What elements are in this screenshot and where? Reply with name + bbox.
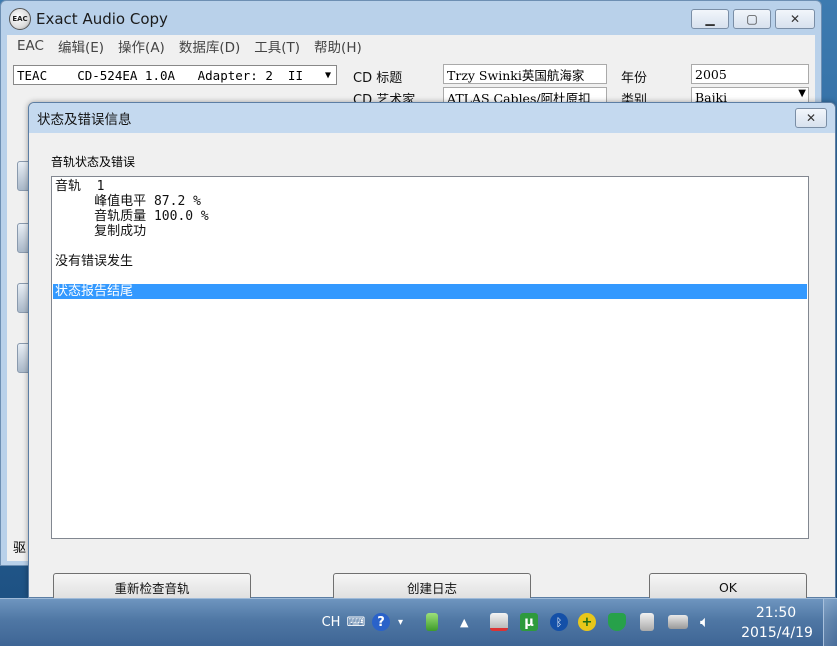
menu-help[interactable]: 帮助(H) xyxy=(314,36,362,56)
year-value: 2005 xyxy=(695,66,727,82)
status-line-copy-ok[interactable]: 复制成功 xyxy=(55,224,146,239)
show-hidden-icons-icon[interactable]: ▲ xyxy=(460,613,468,631)
status-error-dialog: 状态及错误信息 ✕ 音轨状态及错误 音轨 1 峰值电平 87.2 % 音轨质量 … xyxy=(28,102,836,601)
keyboard-icon[interactable]: ⌨ xyxy=(346,613,366,631)
maximize-icon: ▢ xyxy=(746,12,758,26)
bluetooth-icon[interactable]: ᛒ xyxy=(550,613,568,631)
drive-label-left: 驱 xyxy=(13,541,27,556)
dialog-title: 状态及错误信息 xyxy=(37,112,132,128)
menu-bar: EAC 编辑(E) 操作(A) 数据库(D) 工具(T) 帮助(H) xyxy=(7,35,815,57)
status-line-no-errors[interactable]: 没有错误发生 xyxy=(55,254,133,269)
ok-button[interactable]: OK xyxy=(649,573,807,601)
utorrent-icon[interactable]: μ xyxy=(520,613,538,631)
menu-edit[interactable]: 编辑(E) xyxy=(58,36,104,56)
menu-action[interactable]: 操作(A) xyxy=(118,36,165,56)
recheck-tracks-button[interactable]: 重新检查音轨 xyxy=(53,573,251,601)
minimize-icon: ▁ xyxy=(705,12,715,26)
taskbar: CH ⌨ ? ▾ ▲ μ ᛒ + 🔈︎ 21:50 2015/4/19 xyxy=(0,598,837,646)
safely-remove-hardware-icon[interactable] xyxy=(640,613,654,631)
main-window-title: Exact Audio Copy xyxy=(36,10,168,28)
minimize-button[interactable]: ▁ xyxy=(691,9,729,29)
action-center-flag-icon[interactable] xyxy=(490,613,508,631)
status-line-track[interactable]: 音轨 1 xyxy=(55,179,104,194)
close-button[interactable]: ✕ xyxy=(775,9,815,29)
show-desktop-button[interactable] xyxy=(823,599,837,646)
status-line-end-report[interactable]: 状态报告结尾 xyxy=(53,284,807,299)
close-icon: ✕ xyxy=(789,12,801,26)
network-icon[interactable] xyxy=(668,613,688,631)
window-controls: ▁ ▢ ✕ xyxy=(691,9,815,29)
menu-tools[interactable]: 工具(T) xyxy=(254,36,300,56)
status-line-quality[interactable]: 音轨质量 100.0 % xyxy=(55,209,209,224)
year-label: 年份 xyxy=(621,71,648,86)
cd-title-label: CD 标题 xyxy=(353,71,403,86)
track-status-group-label: 音轨状态及错误 xyxy=(51,155,136,169)
eac-logo-icon: EAC xyxy=(9,8,31,30)
dialog-title-bar: 状态及错误信息 xyxy=(29,103,835,133)
status-line-peak[interactable]: 峰值电平 87.2 % xyxy=(55,194,201,209)
drive-select[interactable]: TEAC CD-524EA 1.0A Adapter: 2 II ▼ xyxy=(13,65,337,85)
menu-eac[interactable]: EAC xyxy=(17,38,44,54)
year-input[interactable]: 2005 xyxy=(691,64,809,84)
create-log-button[interactable]: 创建日志 xyxy=(333,573,531,601)
status-report-list[interactable]: 音轨 1 峰值电平 87.2 % 音轨质量 100.0 % 复制成功 没有错误发… xyxy=(51,176,809,539)
cd-title-input[interactable]: Trzy Swinki英国航海家 xyxy=(443,64,607,84)
input-language-indicator[interactable]: CH xyxy=(320,613,342,631)
main-title-bar: EAC Exact Audio Copy xyxy=(9,7,168,31)
usb-device-icon[interactable] xyxy=(426,613,438,631)
clock-time[interactable]: 21:50 xyxy=(740,605,812,621)
menu-database[interactable]: 数据库(D) xyxy=(179,36,240,56)
volume-icon[interactable]: 🔈︎ xyxy=(700,612,710,631)
drive-select-value: TEAC CD-524EA 1.0A Adapter: 2 II xyxy=(17,67,303,83)
close-icon: ✕ xyxy=(805,111,817,125)
security-plus-icon[interactable]: + xyxy=(578,613,596,631)
chevron-down-icon: ▼ xyxy=(798,88,806,99)
ime-options-icon[interactable]: ▾ xyxy=(398,613,403,631)
shield-icon[interactable] xyxy=(608,613,626,631)
maximize-button[interactable]: ▢ xyxy=(733,9,771,29)
chevron-down-icon: ▼ xyxy=(324,69,332,81)
clock-date[interactable]: 2015/4/19 xyxy=(732,625,822,641)
dialog-close-button[interactable]: ✕ xyxy=(795,108,827,128)
cd-title-value: Trzy Swinki英国航海家 xyxy=(447,67,585,83)
help-icon[interactable]: ? xyxy=(372,613,390,631)
